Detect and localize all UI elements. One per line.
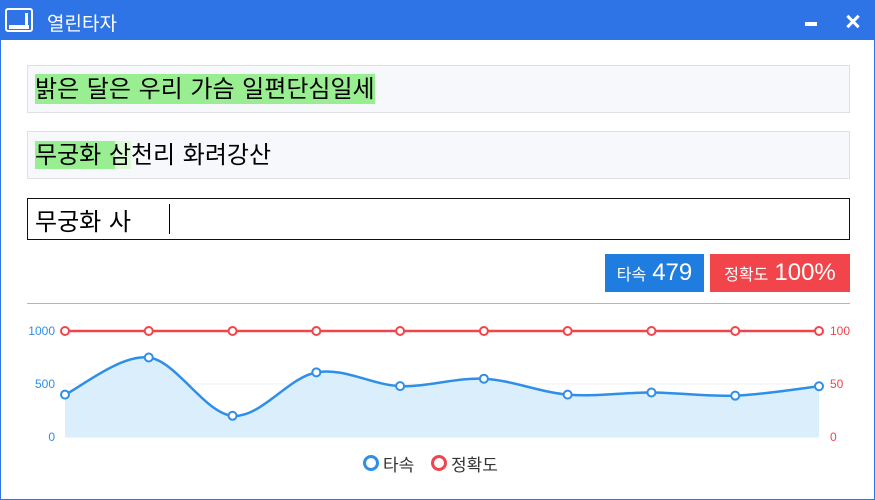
remaining-part: 천리 화려강산 — [130, 141, 272, 169]
speed-value: 479 — [652, 259, 693, 286]
chart-legend: 타속 정확도 — [1, 451, 875, 476]
previous-sentence-box: 밝은 달은 우리 가슴 일편단심일세 — [27, 65, 850, 113]
accuracy-point — [227, 326, 238, 336]
speed-area — [65, 357, 819, 437]
typing-input[interactable] — [28, 199, 849, 239]
app-window: 열린타자 밝은 달은 우리 가슴 일편단심일세 무궁화 삼천리 화려강산 타속 … — [0, 0, 875, 500]
accuracy-point — [143, 326, 154, 336]
accuracy-point — [395, 326, 406, 336]
speed-point — [311, 367, 322, 378]
accuracy-point — [730, 326, 741, 336]
y-right-tick-label: 50 — [830, 377, 844, 391]
y-right-tick-label: 0 — [830, 430, 837, 444]
text-caret — [169, 204, 170, 234]
current-sentence: 무궁화 삼천리 화려강산 — [35, 140, 271, 170]
typing-input-box[interactable] — [27, 198, 850, 240]
accuracy-point — [814, 326, 824, 336]
legend-label: 정확도 — [451, 455, 498, 476]
y-left-tick-label: 1000 — [28, 324, 55, 338]
keyboard-app-icon — [5, 8, 33, 32]
legend-item-speed[interactable]: 타속 — [363, 451, 415, 476]
legend-circle-icon — [431, 455, 447, 471]
accuracy-value: 100% — [774, 259, 836, 286]
accuracy-point — [646, 326, 657, 336]
accuracy-badge: 정확도 100% — [710, 254, 850, 292]
legend-item-accuracy[interactable]: 정확도 — [431, 451, 498, 476]
y-left-tick-label: 500 — [35, 377, 55, 391]
accuracy-point — [60, 326, 70, 336]
speed-point — [143, 352, 154, 363]
y-left-tick-label: 0 — [48, 430, 55, 444]
speed-point — [814, 381, 824, 392]
speed-point — [60, 389, 70, 400]
y-right-tick-label: 100 — [830, 324, 850, 338]
close-button[interactable] — [841, 9, 865, 33]
accuracy-point — [311, 326, 322, 336]
previous-sentence: 밝은 달은 우리 가슴 일편단심일세 — [35, 74, 375, 104]
speed-point — [227, 410, 238, 421]
speed-point — [646, 387, 657, 398]
speed-point — [478, 373, 489, 384]
speed-badge: 타속 479 — [605, 254, 704, 292]
typed-part: 무궁화 — [35, 141, 109, 169]
minimize-button[interactable] — [799, 9, 823, 33]
speed-label: 타속 — [616, 265, 647, 284]
speed-point — [730, 390, 741, 401]
accuracy-label: 정확도 — [724, 265, 769, 284]
legend-label: 타속 — [383, 455, 415, 476]
cursor-char: 삼 — [108, 141, 131, 169]
window-title: 열린타자 — [47, 13, 117, 35]
accuracy-point — [478, 326, 489, 336]
speed-point — [562, 389, 573, 400]
legend-circle-icon — [363, 455, 379, 471]
title-bar[interactable]: 열린타자 — [1, 1, 875, 40]
current-sentence-box: 무궁화 삼천리 화려강산 — [27, 131, 850, 179]
accuracy-point — [562, 326, 573, 336]
speed-point — [395, 381, 406, 392]
